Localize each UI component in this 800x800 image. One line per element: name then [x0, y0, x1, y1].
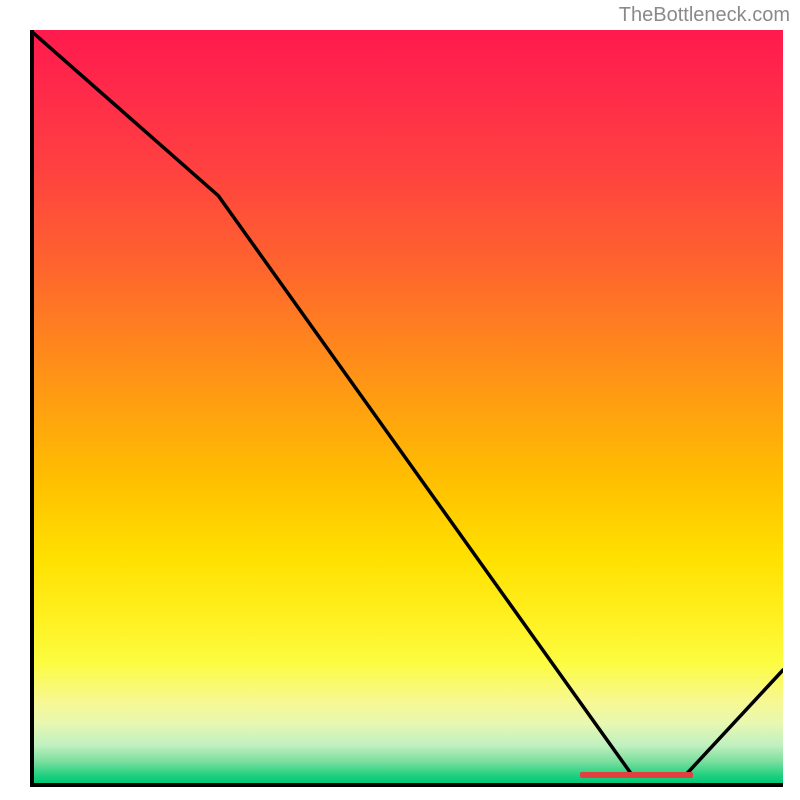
- chart-container: [30, 30, 783, 783]
- y-axis: [30, 30, 34, 783]
- highlight-marker: [580, 772, 693, 778]
- x-axis: [30, 783, 783, 787]
- line-series: [30, 30, 783, 783]
- attribution-text: TheBottleneck.com: [619, 4, 790, 27]
- plot-area: [30, 30, 783, 783]
